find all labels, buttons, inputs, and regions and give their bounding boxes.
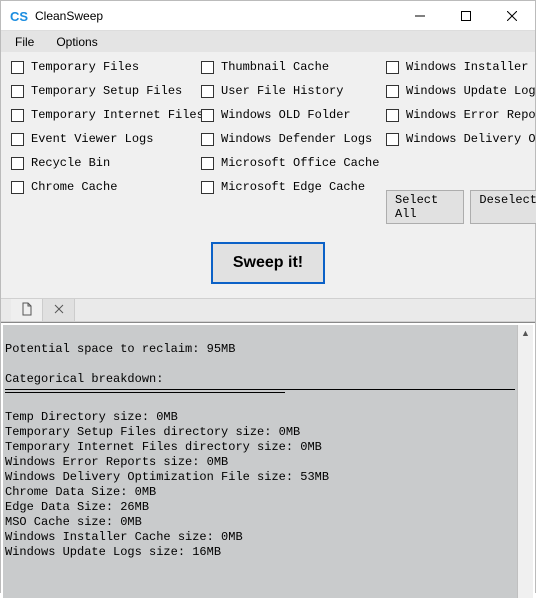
check-label: Windows Update Logs xyxy=(406,84,536,98)
check-label: Windows Installer Cache xyxy=(406,60,536,74)
checkbox-icon xyxy=(201,133,214,146)
log-divider xyxy=(5,389,515,390)
check-temporary-setup-files[interactable]: Temporary Setup Files xyxy=(11,82,201,100)
vertical-scrollbar[interactable]: ▲ xyxy=(517,325,533,598)
scroll-up-icon: ▲ xyxy=(518,325,533,341)
check-label: User File History xyxy=(221,84,343,98)
check-temporary-files[interactable]: Temporary Files xyxy=(11,58,201,76)
sweep-button[interactable]: Sweep it! xyxy=(211,242,325,284)
titlebar: CS CleanSweep xyxy=(1,1,535,31)
check-temporary-internet-files[interactable]: Temporary Internet Files xyxy=(11,106,201,124)
log-line: Windows Error Reports size: 0MB xyxy=(5,455,228,469)
check-windows-delivery-optimization[interactable]: Windows Delivery Optimizat xyxy=(386,130,536,148)
checkbox-icon xyxy=(11,181,24,194)
checkbox-icon xyxy=(11,85,24,98)
check-label: Windows Defender Logs xyxy=(221,132,372,146)
checkbox-icon xyxy=(201,61,214,74)
app-icon: CS xyxy=(9,6,29,26)
checkbox-icon xyxy=(11,157,24,170)
check-chrome-cache[interactable]: Chrome Cache xyxy=(11,178,201,196)
check-microsoft-edge-cache[interactable]: Microsoft Edge Cache xyxy=(201,178,386,196)
checkbox-icon xyxy=(201,157,214,170)
select-all-button[interactable]: Select All xyxy=(386,190,464,224)
check-windows-defender-logs[interactable]: Windows Defender Logs xyxy=(201,130,386,148)
log-panel-wrap: Potential space to reclaim: 95MB Categor… xyxy=(1,322,535,600)
log-line: Potential space to reclaim: 95MB xyxy=(5,342,235,356)
checkbox-icon xyxy=(201,109,214,122)
check-user-file-history[interactable]: User File History xyxy=(201,82,386,100)
window-title: CleanSweep xyxy=(35,9,103,23)
check-label: Microsoft Edge Cache xyxy=(221,180,365,194)
tab-close[interactable] xyxy=(43,299,75,321)
options-panel: Temporary Files Temporary Setup Files Te… xyxy=(1,52,535,236)
log-line: Windows Delivery Optimization File size:… xyxy=(5,470,329,484)
check-event-viewer-logs[interactable]: Event Viewer Logs xyxy=(11,130,201,148)
log-line: Temporary Internet Files directory size:… xyxy=(5,440,322,454)
svg-text:CS: CS xyxy=(10,9,28,24)
log-line: Temp Directory size: 0MB xyxy=(5,410,178,424)
check-microsoft-office-cache[interactable]: Microsoft Office Cache xyxy=(201,154,386,172)
checkbox-icon xyxy=(201,181,214,194)
check-recycle-bin[interactable]: Recycle Bin xyxy=(11,154,201,172)
sweep-wrap: Sweep it! xyxy=(1,236,535,298)
checkbox-icon xyxy=(386,61,399,74)
document-icon xyxy=(21,302,33,319)
checkbox-icon xyxy=(386,109,399,122)
minimize-button[interactable] xyxy=(397,1,443,31)
log-line: Categorical breakdown: xyxy=(5,372,163,386)
checkbox-icon xyxy=(11,109,24,122)
check-label: Recycle Bin xyxy=(31,156,110,170)
maximize-button[interactable] xyxy=(443,1,489,31)
log-divider xyxy=(5,392,285,393)
log-line: MSO Cache size: 0MB xyxy=(5,515,142,529)
checkbox-icon xyxy=(386,85,399,98)
check-label: Windows Error Reports xyxy=(406,108,536,122)
tabstrip xyxy=(1,298,535,322)
close-button[interactable] xyxy=(489,1,535,31)
checkbox-icon xyxy=(11,61,24,74)
check-label: Windows Delivery Optimizat xyxy=(406,132,536,146)
check-label: Temporary Files xyxy=(31,60,139,74)
close-icon xyxy=(54,303,64,317)
check-label: Event Viewer Logs xyxy=(31,132,153,146)
log-line: Windows Installer Cache size: 0MB xyxy=(5,530,243,544)
deselect-button[interactable]: Deselect xyxy=(470,190,536,224)
checkbox-icon xyxy=(201,85,214,98)
log-line: Temporary Setup Files directory size: 0M… xyxy=(5,425,300,439)
check-windows-error-reports[interactable]: Windows Error Reports xyxy=(386,106,536,124)
checkbox-icon xyxy=(11,133,24,146)
check-label: Chrome Cache xyxy=(31,180,117,194)
check-label: Microsoft Office Cache xyxy=(221,156,379,170)
check-label: Thumbnail Cache xyxy=(221,60,329,74)
log-line: Chrome Data Size: 0MB xyxy=(5,485,156,499)
check-windows-update-logs[interactable]: Windows Update Logs xyxy=(386,82,536,100)
log-line: Edge Data Size: 26MB xyxy=(5,500,149,514)
tab-log[interactable] xyxy=(11,299,43,321)
menu-file[interactable]: File xyxy=(5,33,44,51)
log-line: Windows Update Logs size: 16MB xyxy=(5,545,221,559)
check-thumbnail-cache[interactable]: Thumbnail Cache xyxy=(201,58,386,76)
check-label: Temporary Setup Files xyxy=(31,84,182,98)
checkbox-icon xyxy=(386,133,399,146)
check-label: Temporary Internet Files xyxy=(31,108,201,122)
check-windows-old-folder[interactable]: Windows OLD Folder xyxy=(201,106,386,124)
menu-options[interactable]: Options xyxy=(46,33,107,51)
check-windows-installer-cache[interactable]: Windows Installer Cache xyxy=(386,58,536,76)
check-label: Windows OLD Folder xyxy=(221,108,351,122)
menubar: File Options xyxy=(1,31,535,52)
log-panel[interactable]: Potential space to reclaim: 95MB Categor… xyxy=(3,325,517,598)
